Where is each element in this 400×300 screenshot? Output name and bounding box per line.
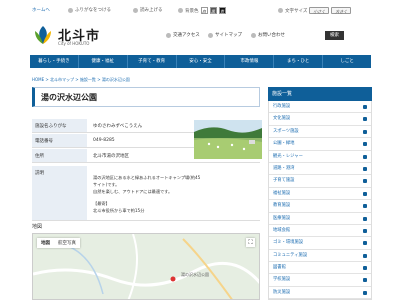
sidebar-item[interactable]: 福祉施設 xyxy=(269,188,371,201)
sidebar-item[interactable]: 公園・緑地 xyxy=(269,138,371,151)
sidebar-list: 行政施設 文化施設 スポーツ施設 公園・緑地 観光・レジャー 道路・港湾 子育て… xyxy=(268,101,372,300)
map-heading: 地図 xyxy=(32,224,43,230)
sitemap-label: サイトマップ xyxy=(215,33,242,38)
global-nav: 暮らし・手続き 健康・福祉 子育て・教育 安心・安全 市政情報 まち・ひと しご… xyxy=(30,55,371,68)
sidebar-item[interactable]: 図書館 xyxy=(269,262,371,275)
description-line: 湯の沢地区にある水と緑あふれるオートキャンプ場(約45サイト)です。 xyxy=(93,175,201,187)
sidebar-item[interactable]: スポーツ施設 xyxy=(269,126,371,139)
furigana-icon xyxy=(68,7,73,13)
sidebar-item[interactable]: 防災施設 xyxy=(269,287,371,300)
color-switcher: 背景色 白黒青 xyxy=(178,7,226,14)
bus-icon xyxy=(166,32,171,38)
nav-item-childcare[interactable]: 子育て・教育 xyxy=(128,55,177,68)
sitemap-link[interactable]: サイトマップ xyxy=(208,32,242,38)
info-value: 049-8285 xyxy=(93,138,115,143)
sidebar-item[interactable]: 医療施設 xyxy=(269,213,371,225)
nav-item-government[interactable]: 市政情報 xyxy=(225,55,275,68)
fullscreen-icon[interactable]: ⛶ xyxy=(246,238,255,247)
site-header: 北斗市 City of HOKUTO 交通アクセス サイトマップ お問い合わせ … xyxy=(0,20,400,50)
sidebar-item[interactable]: 道路・港湾 xyxy=(269,163,371,176)
embedded-map[interactable]: 地図 航空写真 ⛶ 湯の沢水辺公園 xyxy=(32,233,260,300)
city-name-en: City of HOKUTO xyxy=(58,41,90,46)
info-label: 説明 xyxy=(32,166,87,220)
font-large-button[interactable]: 大きく xyxy=(331,7,352,14)
description-line: 自然を楽しむ、アウトドアには最適です。 xyxy=(93,189,173,194)
description-line: 北斗市役所から車で約15分 xyxy=(93,208,145,213)
contact-link[interactable]: お問い合わせ xyxy=(251,32,285,38)
sidebar-item[interactable]: 子育て施設 xyxy=(269,175,371,188)
sidebar-item[interactable]: 教育施設 xyxy=(269,200,371,213)
contact-label: お問い合わせ xyxy=(258,33,285,38)
main-content: 湯の沢水辺公園 施設名ふりがな ゆのさわみずべこうえん 電話番号 049-8285 … xyxy=(32,87,262,221)
furigana-button[interactable]: ふりがなをつける xyxy=(68,7,111,13)
park-photo xyxy=(194,120,262,159)
info-label: 電話番号 xyxy=(32,134,87,147)
nav-item-work[interactable]: しごと xyxy=(323,55,371,68)
mail-icon xyxy=(251,32,256,38)
page-title: 湯の沢水辺公園 xyxy=(32,87,260,107)
font-size-label: 文字サイズ xyxy=(285,8,308,14)
home-link[interactable]: ホームへ xyxy=(32,7,50,13)
sitemap-icon xyxy=(208,32,213,38)
sidebar-item[interactable]: 文化施設 xyxy=(269,113,371,126)
furigana-label: ふりがなをつける xyxy=(75,8,111,13)
sidebar-item[interactable]: ゴミ・環境施設 xyxy=(269,237,371,250)
font-size-control: 文字サイズ 小さく 大きく xyxy=(278,7,352,14)
nav-item-life[interactable]: 暮らし・手続き xyxy=(30,55,79,68)
access-link[interactable]: 交通アクセス xyxy=(166,32,200,38)
map-place-label: 湯の沢水辺公園 xyxy=(181,272,209,277)
color-label: 背景色 xyxy=(185,8,199,14)
map-tab-satellite[interactable]: 航空写真 xyxy=(54,238,80,248)
access-label: 交通アクセス xyxy=(173,33,200,38)
breadcrumb[interactable]: HOME > 北斗市マップ > 施設一覧 > 湯の沢水辺公園 xyxy=(32,77,130,83)
info-value: ゆのさわみずべこうえん xyxy=(93,124,143,129)
map-type-tabs: 地図 航空写真 xyxy=(37,238,80,248)
sidebar-item[interactable]: 行政施設 xyxy=(269,101,371,114)
sidebar-title: 施設一覧 xyxy=(268,87,372,101)
color-white-button[interactable]: 白 xyxy=(200,7,208,14)
palette-icon xyxy=(178,8,183,13)
sidebar-item[interactable]: 地域会館 xyxy=(269,225,371,238)
utility-bar: ホームへ ふりがなをつける 読み上げる 背景色 白黒青 文字サイズ 小さく 大きく xyxy=(0,6,400,18)
description-line: 【最寄】 xyxy=(93,201,110,206)
font-small-button[interactable]: 小さく xyxy=(309,7,330,14)
map-tab-map[interactable]: 地図 xyxy=(37,238,54,248)
sidebar-item[interactable]: コミュニティ施設 xyxy=(269,250,371,263)
text-size-icon xyxy=(278,8,283,13)
description: 湯の沢地区にある水と緑あふれるオートキャンプ場(約45サイト)です。 自然を楽し… xyxy=(93,174,203,214)
info-label: 住所 xyxy=(32,149,87,162)
search-button[interactable]: 検索 xyxy=(325,31,344,40)
nav-item-health[interactable]: 健康・福祉 xyxy=(79,55,128,68)
nav-item-town[interactable]: まち・ひと xyxy=(274,55,324,68)
color-black-button[interactable]: 黒 xyxy=(209,7,217,14)
read-aloud-label: 読み上げる xyxy=(140,8,163,13)
city-logo-icon[interactable] xyxy=(32,24,54,46)
speaker-icon xyxy=(133,7,138,13)
sidebar-item[interactable]: 学校施設 xyxy=(269,274,371,287)
info-label: 施設名ふりがな xyxy=(32,119,87,132)
read-aloud-button[interactable]: 読み上げる xyxy=(133,7,163,13)
sidebar: 施設一覧 行政施設 文化施設 スポーツ施設 公園・緑地 観光・レジャー 道路・港… xyxy=(268,87,372,300)
color-blue-button[interactable]: 青 xyxy=(218,7,226,14)
nav-item-safety[interactable]: 安心・安全 xyxy=(177,55,226,68)
info-value: 北斗市湯の沢地区 xyxy=(93,154,129,159)
sidebar-item[interactable]: 観光・レジャー xyxy=(269,151,371,163)
